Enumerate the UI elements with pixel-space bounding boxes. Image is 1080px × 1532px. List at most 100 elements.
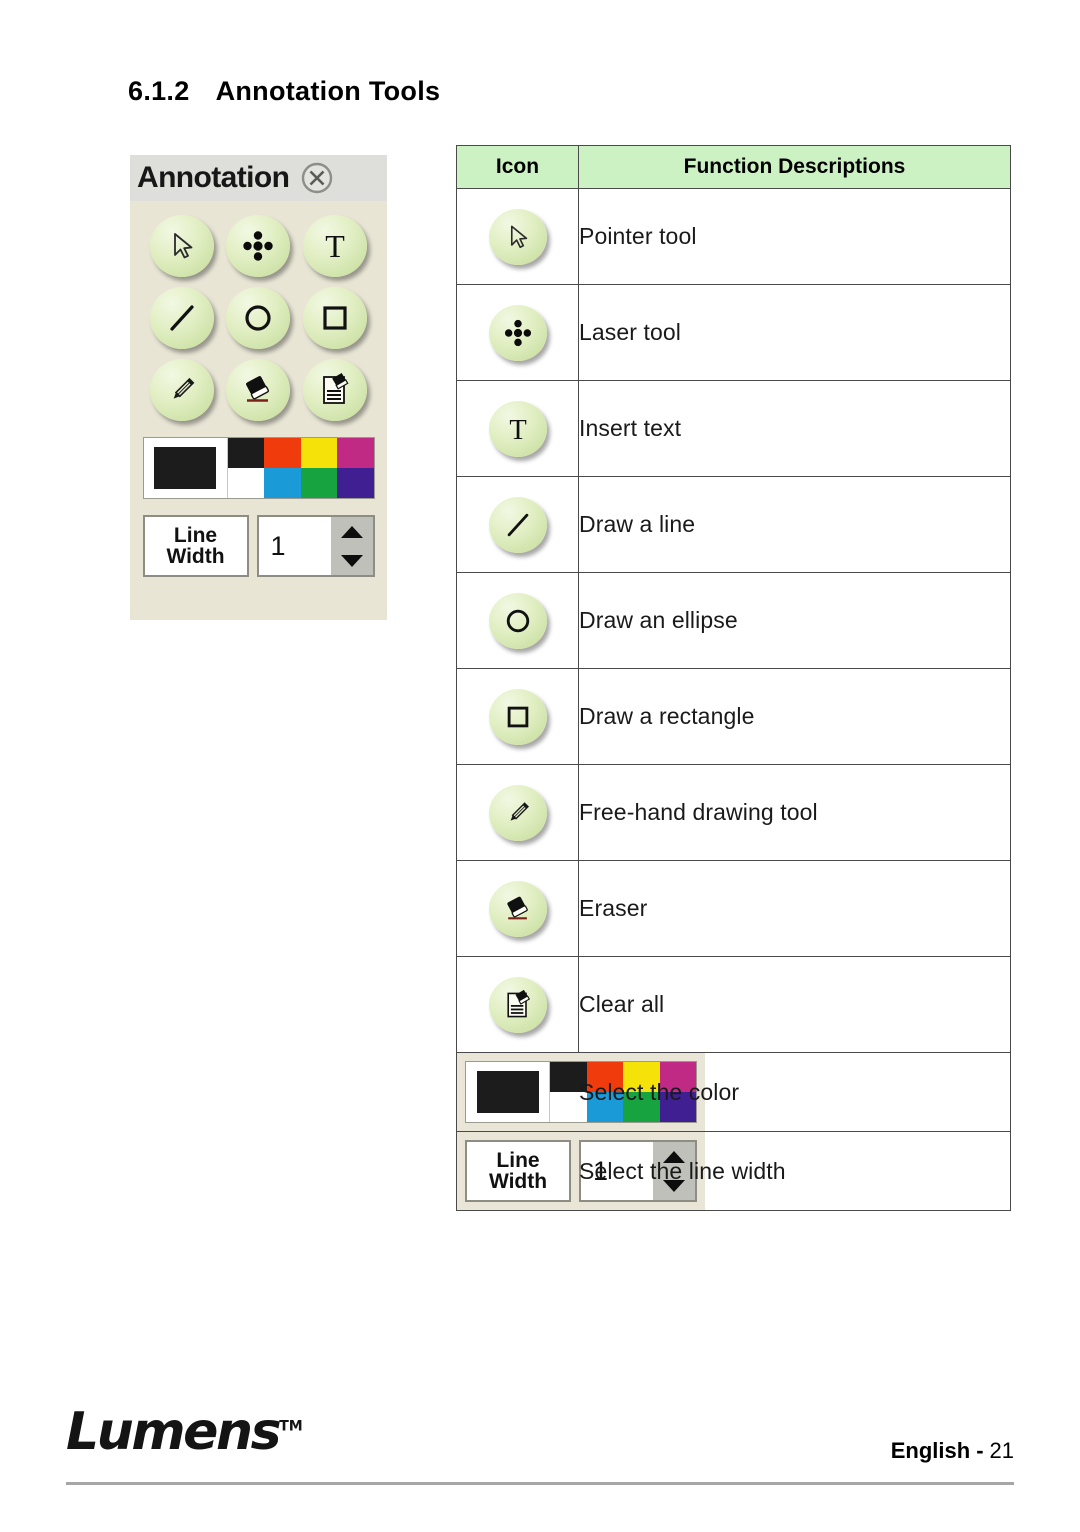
clear-all-tool-button[interactable]	[488, 976, 547, 1033]
pointer-tool-button[interactable]	[150, 215, 215, 277]
draw-rectangle-tool-button[interactable]	[488, 688, 547, 745]
table-row: Clear all	[456, 956, 1011, 1053]
table-row: Draw a line	[456, 476, 1011, 573]
insert-text-tool-button[interactable]: T	[488, 400, 547, 457]
row-icon-cell	[456, 572, 579, 669]
table-row: Laser tool	[456, 284, 1011, 381]
table-row: Select the color	[456, 1052, 1011, 1132]
laser-icon	[240, 228, 276, 264]
row-icon-cell	[456, 668, 579, 765]
rectangle-icon	[317, 300, 353, 336]
draw-ellipse-tool-button[interactable]	[226, 287, 291, 349]
free-hand-tool-button[interactable]	[488, 784, 547, 841]
draw-ellipse-tool-button[interactable]	[488, 592, 547, 649]
draw-line-tool-button[interactable]	[488, 496, 547, 553]
row-description: Pointer tool	[578, 188, 1011, 285]
lumens-logo: LumensTM	[66, 1402, 303, 1462]
row-description: Eraser	[578, 860, 1011, 957]
row-description: Draw an ellipse	[578, 572, 1011, 669]
line-width-label: Line Width	[465, 1140, 571, 1202]
annotation-panel-title: Annotation	[137, 161, 290, 194]
table-row: Draw a rectangle	[456, 668, 1011, 765]
page-number: 21	[989, 1438, 1014, 1463]
line-width-control: Line Width 1	[142, 515, 375, 577]
line-width-spinner[interactable]: 1	[256, 515, 375, 577]
clear-all-tool-button[interactable]	[302, 359, 367, 421]
color-swatch-blue[interactable]	[264, 468, 301, 498]
color-preview-chip	[154, 447, 216, 489]
table-row: Free-hand drawing tool	[456, 764, 1011, 861]
laser-tool-button[interactable]	[226, 215, 291, 277]
draw-line-tool-button[interactable]	[150, 287, 215, 349]
table-row: Draw an ellipse	[456, 572, 1011, 669]
color-swatch-black[interactable]	[227, 438, 264, 468]
row-widget-cell	[456, 1052, 705, 1132]
eraser-tool-button[interactable]	[226, 359, 291, 421]
pointer-icon	[164, 228, 200, 264]
line-icon	[164, 300, 200, 336]
section-number: 6.1.2	[128, 76, 190, 106]
pointer-icon	[502, 221, 534, 253]
pointer-tool-button[interactable]	[488, 208, 547, 265]
footer-divider	[66, 1482, 1014, 1485]
row-icon-cell: T	[456, 380, 579, 477]
annotation-titlebar: Annotation	[130, 155, 387, 201]
page-footer: LumensTM English -21	[66, 1400, 1014, 1490]
laser-tool-button[interactable]	[488, 304, 547, 361]
color-swatch-grid	[227, 438, 374, 498]
color-swatch-white[interactable]	[227, 468, 264, 498]
language-label: English	[890, 1438, 971, 1463]
line-width-value[interactable]: 1	[259, 517, 331, 575]
eraser-icon	[502, 893, 534, 925]
color-swatch-orange[interactable]	[264, 438, 301, 468]
row-description: Clear all	[578, 956, 1011, 1053]
color-palette[interactable]	[142, 437, 375, 499]
table-row: Line Width 1 Select the line width	[456, 1131, 1011, 1211]
ellipse-icon	[240, 300, 276, 336]
close-circle-icon[interactable]	[299, 160, 335, 196]
row-icon-cell	[456, 956, 579, 1053]
text-icon: T	[317, 228, 353, 264]
table-header-row: Icon Function Descriptions	[456, 145, 1011, 189]
line-width-label-line1: Line	[173, 523, 218, 547]
color-preview	[143, 438, 228, 498]
logo-text: Lumens	[66, 1402, 282, 1462]
color-swatch-magenta[interactable]	[337, 438, 374, 468]
table-row: Eraser	[456, 860, 1011, 957]
color-swatch-yellow[interactable]	[300, 438, 337, 468]
row-icon-cell	[456, 764, 579, 861]
row-icon-cell	[456, 284, 579, 381]
color-preview-chip	[476, 1071, 539, 1113]
triangle-up-icon[interactable]	[340, 525, 363, 538]
insert-text-tool-button[interactable]: T	[302, 215, 367, 277]
draw-rectangle-tool-button[interactable]	[302, 287, 367, 349]
color-preview	[466, 1062, 550, 1122]
eraser-tool-button[interactable]	[488, 880, 547, 937]
column-header-icon: Icon	[456, 145, 579, 189]
text-icon: T	[502, 413, 534, 444]
clear-all-icon	[502, 989, 534, 1021]
line-width-label-line2: Width	[488, 1170, 548, 1193]
pencil-icon	[502, 797, 534, 829]
color-swatch-green[interactable]	[300, 468, 337, 498]
line-width-arrows	[330, 517, 373, 575]
color-swatch-purple[interactable]	[337, 468, 374, 498]
line-icon	[502, 509, 534, 541]
column-header-function-descriptions: Function Descriptions	[578, 145, 1011, 189]
line-width-label-line1: Line	[496, 1148, 540, 1172]
annotation-panel: Annotation T Line Width 1	[130, 155, 387, 620]
annotation-button-grid: T	[130, 201, 387, 421]
pencil-icon	[164, 372, 200, 408]
row-description: Insert text	[578, 380, 1011, 477]
laser-icon	[502, 317, 534, 349]
row-icon-cell	[456, 188, 579, 285]
triangle-down-icon[interactable]	[340, 554, 363, 567]
row-widget-cell: Line Width 1	[456, 1131, 705, 1211]
row-description: Laser tool	[578, 284, 1011, 381]
svg-text:T: T	[325, 228, 345, 264]
row-description: Draw a line	[578, 476, 1011, 573]
line-width-label-line2: Width	[166, 545, 225, 568]
free-hand-tool-button[interactable]	[150, 359, 215, 421]
row-description: Free-hand drawing tool	[578, 764, 1011, 861]
line-width-label: Line Width	[142, 515, 249, 577]
